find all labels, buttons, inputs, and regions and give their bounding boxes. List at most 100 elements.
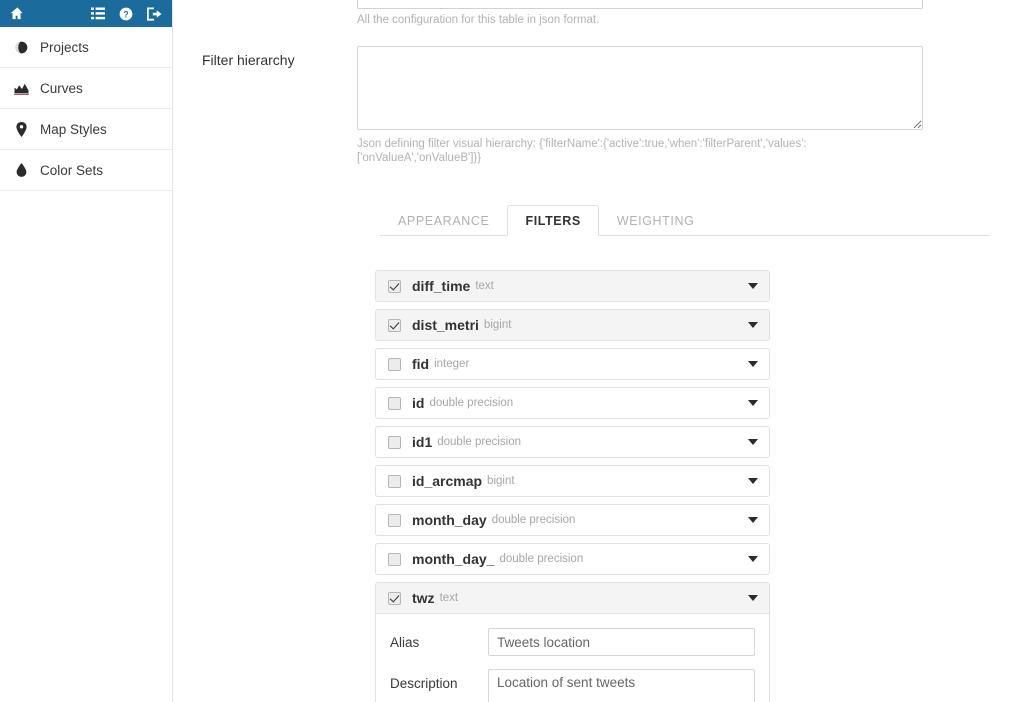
filter-name: month_day bbox=[412, 512, 487, 528]
logout-icon[interactable] bbox=[147, 6, 162, 21]
filter-group: id double precision bbox=[375, 387, 770, 419]
sidebar-item-label: Color Sets bbox=[40, 162, 104, 178]
sidebar-item-label: Projects bbox=[40, 39, 89, 55]
filter-type: text bbox=[439, 592, 459, 604]
help-icon[interactable]: ? bbox=[119, 7, 133, 21]
filter-row-dist_metri[interactable]: dist_metri bigint bbox=[375, 309, 770, 341]
filter-row-fid[interactable]: fid integer bbox=[375, 348, 770, 380]
filter-detail-panel: Alias Description Location of sent tweet… bbox=[375, 614, 770, 702]
sidebar-item-color-sets[interactable]: Color Sets bbox=[0, 150, 172, 191]
filter-group: diff_time text bbox=[375, 270, 770, 302]
filter-row-id1[interactable]: id1 double precision bbox=[375, 426, 770, 458]
sidebar: ? Projects Curves Map Styles Color Sets bbox=[0, 0, 173, 702]
config-json-row: All the configuration for this table in … bbox=[173, 0, 1024, 29]
filter-type: double precision bbox=[437, 436, 521, 448]
table-config-form: All the configuration for this table in … bbox=[173, 0, 1024, 167]
chevron-down-icon[interactable] bbox=[748, 595, 758, 601]
filter-name: dist_metri bbox=[412, 317, 479, 333]
main-content: All the configuration for this table in … bbox=[173, 0, 1024, 702]
config-json-label bbox=[173, 0, 357, 6]
filter-type: double precision bbox=[491, 514, 576, 526]
filter-type: bigint bbox=[487, 475, 515, 487]
sidebar-item-curves[interactable]: Curves bbox=[0, 68, 172, 109]
list-icon[interactable] bbox=[91, 7, 105, 20]
config-json-field: All the configuration for this table in … bbox=[357, 0, 987, 29]
filter-name: id1 bbox=[412, 434, 433, 450]
description-textarea[interactable]: Location of sent tweets bbox=[488, 669, 755, 702]
filter-group: dist_metri bigint bbox=[375, 309, 770, 341]
area-chart-icon bbox=[10, 82, 32, 95]
filter-type: text bbox=[475, 280, 494, 292]
droplet-icon bbox=[10, 163, 32, 177]
alias-row: Alias bbox=[390, 628, 755, 656]
filter-checkbox[interactable] bbox=[388, 396, 401, 410]
filter-checkbox[interactable] bbox=[388, 552, 401, 566]
filter-hierarchy-label: Filter hierarchy bbox=[202, 52, 295, 68]
map-pin-icon bbox=[10, 121, 32, 137]
filter-hierarchy-textarea[interactable] bbox=[357, 46, 923, 130]
filter-group: id_arcmap bigint bbox=[375, 465, 770, 497]
filter-row-month_day_[interactable]: month_day_ double precision bbox=[375, 543, 770, 575]
filter-group: id1 double precision bbox=[375, 426, 770, 458]
sidebar-item-label: Curves bbox=[40, 80, 83, 96]
sidebar-item-label: Map Styles bbox=[40, 121, 107, 137]
globe-icon bbox=[10, 41, 32, 54]
sidebar-item-map-styles[interactable]: Map Styles bbox=[0, 109, 172, 150]
filter-row-id_arcmap[interactable]: id_arcmap bigint bbox=[375, 465, 770, 497]
svg-text:?: ? bbox=[123, 9, 128, 19]
chevron-down-icon[interactable] bbox=[748, 439, 758, 445]
filter-checkbox[interactable] bbox=[388, 435, 401, 449]
app-root: ? Projects Curves Map Styles Color Sets … bbox=[0, 0, 1024, 702]
home-icon[interactable] bbox=[10, 6, 25, 21]
config-json-help: All the configuration for this table in … bbox=[357, 14, 600, 26]
chevron-down-icon[interactable] bbox=[748, 517, 758, 523]
description-field: Location of sent tweets bbox=[488, 669, 755, 702]
filter-checkbox[interactable] bbox=[388, 318, 401, 332]
filter-row-diff_time[interactable]: diff_time text bbox=[375, 270, 770, 302]
filter-name: id_arcmap bbox=[412, 473, 483, 489]
filter-hierarchy-field: Json defining filter visual hierarchy: {… bbox=[357, 46, 987, 167]
tab-weighting[interactable]: WEIGHTING bbox=[599, 205, 713, 236]
chevron-down-icon[interactable] bbox=[748, 400, 758, 406]
filter-name: fid bbox=[412, 356, 430, 372]
chevron-down-icon[interactable] bbox=[748, 556, 758, 562]
filter-hierarchy-help: Json defining filter visual hierarchy: {… bbox=[357, 138, 807, 164]
filter-name: id bbox=[412, 395, 425, 411]
description-label: Description bbox=[390, 676, 458, 691]
filter-checkbox[interactable] bbox=[388, 513, 401, 527]
filter-checkbox[interactable] bbox=[388, 474, 401, 488]
alias-input[interactable] bbox=[488, 628, 755, 656]
alias-label: Alias bbox=[390, 635, 420, 650]
alias-field bbox=[488, 628, 755, 656]
filter-row-id[interactable]: id double precision bbox=[375, 387, 770, 419]
tabs-container: APPEARANCE FILTERS WEIGHTING bbox=[173, 205, 1024, 236]
filter-group: month_day double precision bbox=[375, 504, 770, 536]
filter-checkbox[interactable] bbox=[388, 357, 401, 371]
tab-appearance[interactable]: APPEARANCE bbox=[380, 205, 507, 236]
sidebar-header: ? bbox=[0, 0, 172, 27]
filter-checkbox[interactable] bbox=[388, 591, 401, 605]
filter-group-expanded: twz text Alias Description bbox=[375, 582, 770, 702]
sidebar-filler bbox=[0, 191, 172, 702]
filter-row-month_day[interactable]: month_day double precision bbox=[375, 504, 770, 536]
filter-group: month_day_ double precision bbox=[375, 543, 770, 575]
filter-checkbox[interactable] bbox=[388, 279, 401, 293]
filter-type: bigint bbox=[483, 319, 512, 331]
filter-name: twz bbox=[412, 590, 435, 606]
filter-list: diff_time text dist_metri bigint fid int… bbox=[173, 270, 1024, 702]
filter-type: integer bbox=[434, 358, 470, 370]
filter-name: month_day_ bbox=[412, 551, 495, 567]
filter-row-twz[interactable]: twz text bbox=[375, 582, 770, 614]
chevron-down-icon[interactable] bbox=[748, 361, 758, 367]
chevron-down-icon[interactable] bbox=[748, 322, 758, 328]
filter-type: double precision bbox=[499, 553, 584, 565]
description-row: Description Location of sent tweets bbox=[390, 669, 755, 702]
sidebar-item-projects[interactable]: Projects bbox=[0, 27, 172, 68]
filter-name: diff_time bbox=[412, 278, 471, 294]
config-json-textarea[interactable] bbox=[357, 0, 923, 9]
filter-group: fid integer bbox=[375, 348, 770, 380]
chevron-down-icon[interactable] bbox=[748, 478, 758, 484]
filter-type: double precision bbox=[429, 397, 514, 409]
chevron-down-icon[interactable] bbox=[748, 283, 758, 289]
tab-filters[interactable]: FILTERS bbox=[507, 205, 599, 236]
